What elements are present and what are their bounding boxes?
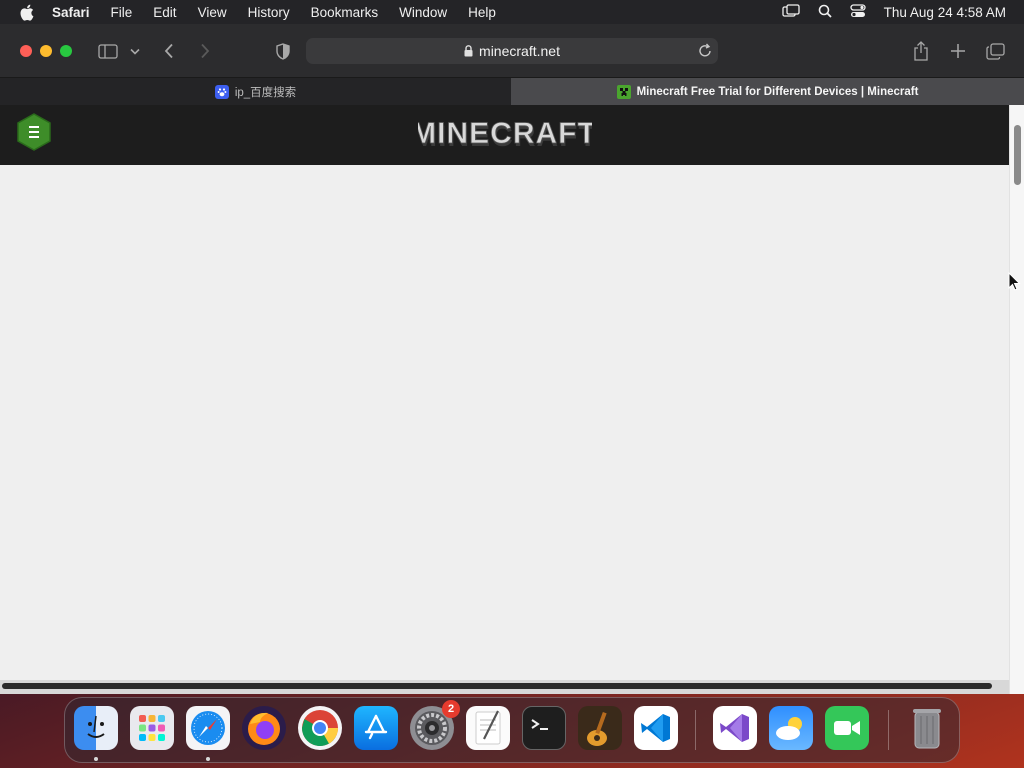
vscode-icon[interactable]: [634, 706, 678, 750]
tab-bar: ip_百度搜索 Minecraft Free Trial for Differe…: [0, 78, 1024, 105]
logo-text: MINECRAFT: [418, 117, 592, 150]
facetime-icon[interactable]: [825, 706, 869, 750]
menu-file[interactable]: File: [111, 5, 133, 20]
tab-title: Minecraft Free Trial for Different Devic…: [636, 85, 919, 98]
reload-icon[interactable]: [698, 43, 712, 61]
mouse-pointer-icon: [1008, 271, 1022, 292]
horizontal-scrollbar[interactable]: [0, 680, 1009, 694]
dock-separator: [888, 710, 889, 750]
finder-icon[interactable]: [74, 706, 118, 750]
share-icon[interactable]: [910, 39, 932, 63]
app-store-icon[interactable]: [354, 706, 398, 750]
back-button-icon[interactable]: [160, 39, 178, 63]
url-text: minecraft.net: [479, 43, 560, 59]
dock-separator: [695, 710, 696, 750]
close-window-button[interactable]: [20, 45, 32, 57]
launchpad-icon[interactable]: [130, 706, 174, 750]
hamburger-menu-button[interactable]: [16, 113, 52, 151]
textedit-icon[interactable]: [466, 706, 510, 750]
safari-compass-icon[interactable]: [186, 706, 230, 750]
site-header: MINECRAFT MINECRAFT: [0, 105, 1009, 165]
browser-toolbar: minecraft.net: [0, 24, 1024, 78]
menu-help[interactable]: Help: [468, 5, 496, 20]
spotlight-search-icon[interactable]: [818, 4, 832, 21]
running-indicator: [94, 757, 98, 761]
screen-mirroring-icon[interactable]: [782, 3, 800, 21]
menu-edit[interactable]: Edit: [153, 5, 176, 20]
sidebar-toggle-icon[interactable]: [96, 39, 120, 63]
system-settings-icon[interactable]: 2: [410, 700, 460, 750]
lock-icon: [464, 45, 473, 57]
web-content: MINECRAFT MINECRAFT: [0, 105, 1009, 694]
menu-view[interactable]: View: [198, 5, 227, 20]
terminal-icon[interactable]: [522, 706, 566, 750]
chrome-icon[interactable]: [298, 706, 342, 750]
creeper-icon: [616, 84, 631, 99]
apple-icon[interactable]: [18, 3, 34, 21]
forward-button-icon[interactable]: [196, 39, 214, 63]
menu-history[interactable]: History: [248, 5, 290, 20]
new-tab-plus-icon[interactable]: [947, 39, 969, 63]
weather-icon[interactable]: [769, 706, 813, 750]
control-center-icon[interactable]: [850, 3, 866, 21]
notification-badge: 2: [442, 700, 460, 718]
garageband-icon[interactable]: [578, 706, 622, 750]
tab-minecraft[interactable]: Minecraft Free Trial for Different Devic…: [511, 78, 1024, 105]
horizontal-scrollbar-thumb[interactable]: [2, 683, 992, 689]
address-bar[interactable]: minecraft.net: [306, 38, 718, 64]
chevron-down-icon[interactable]: [128, 39, 142, 63]
running-indicator: [206, 757, 210, 761]
privacy-shield-icon[interactable]: [274, 39, 292, 63]
dock: 2: [64, 697, 960, 763]
baidu-paw-icon: [214, 84, 229, 99]
menu-app-safari[interactable]: Safari: [52, 5, 90, 20]
vertical-scrollbar[interactable]: [1009, 105, 1024, 694]
zoom-window-button[interactable]: [60, 45, 72, 57]
menu-bookmarks[interactable]: Bookmarks: [311, 5, 379, 20]
menu-window[interactable]: Window: [399, 5, 447, 20]
tab-baidu[interactable]: ip_百度搜索: [0, 78, 511, 105]
minecraft-logo[interactable]: MINECRAFT MINECRAFT: [411, 117, 597, 153]
menu-bar: Safari File Edit View History Bookmarks …: [0, 0, 1024, 24]
visual-studio-icon[interactable]: [713, 706, 757, 750]
menubar-clock[interactable]: Thu Aug 24 4:58 AM: [884, 5, 1006, 20]
vertical-scrollbar-thumb[interactable]: [1014, 125, 1021, 185]
safari-window: minecraft.net ip_百度搜索 Minecraft Free Tri: [0, 24, 1024, 694]
tab-title: ip_百度搜索: [234, 86, 297, 99]
minimize-window-button[interactable]: [40, 45, 52, 57]
tab-overview-icon[interactable]: [984, 39, 1006, 63]
trash-icon[interactable]: [905, 706, 949, 750]
firefox-icon[interactable]: [242, 706, 286, 750]
